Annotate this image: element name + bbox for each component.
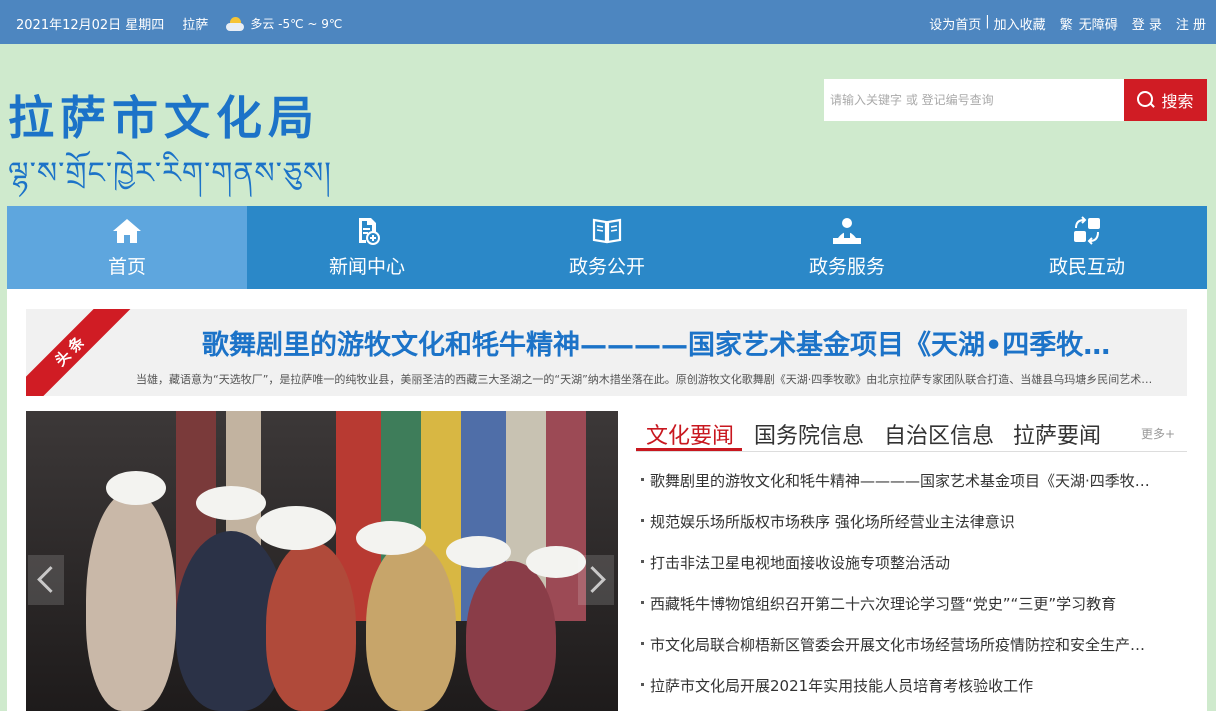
active-tab-indicator [636,448,742,451]
nav-item-label: 政务公开 [568,256,645,278]
news-photo-carousel[interactable] [26,411,618,711]
search-button[interactable]: 搜索 [1124,79,1207,121]
login-link[interactable]: 登 录 [1132,14,1162,33]
interaction-icon [1074,216,1100,245]
headline-title[interactable]: 歌舞剧里的游牧文化和牦牛精神————国家艺术基金项目《天湖•四季牧歌》 [202,323,1132,362]
news-tabs: 文化要闻 国务院信息 自治区信息 拉萨要闻 更多+ [636,410,1187,452]
news-doc-icon [359,218,380,245]
carousel-prev-icon[interactable] [28,555,64,605]
headline-ribbon: 头条 [26,309,134,396]
service-person-icon [833,218,861,244]
search-input[interactable] [824,79,1124,121]
headline-banner[interactable]: 头条 歌舞剧里的游牧文化和牦牛精神————国家艺术基金项目《天湖•四季牧歌》 当… [26,309,1187,396]
tab-culture-news[interactable]: 文化要闻 [646,418,734,450]
main-nav: 首页 新闻中心 政务公开 政务服务 政民互动 [7,206,1207,289]
nav-item-label: 政务服务 [808,256,885,278]
nav-item-home[interactable]: 首页 [7,206,247,289]
accessibility-link[interactable]: 无障碍 [1079,14,1118,33]
search-bar: 搜索 [824,79,1207,121]
current-city: 拉萨 [182,18,209,33]
top-bar-info: 2021年12月02日 星期四 拉萨 多云 -5℃ ~ 9℃ [16,14,360,33]
nav-item-interaction[interactable]: 政民互动 [967,206,1207,289]
list-item[interactable]: 歌舞剧里的游牧文化和牦牛精神————国家艺术基金项目《天湖·四季牧歌》 [638,470,1158,511]
open-book-icon [592,218,622,244]
nav-item-gov-open[interactable]: 政务公开 [487,206,727,289]
more-link[interactable]: 更多+ [1141,425,1175,442]
nav-item-label: 政民互动 [1048,256,1125,278]
headline-summary: 当雄，藏语意为“天选牧厂”，是拉萨唯一的纯牧业县，美丽圣洁的西藏三大圣湖之一的“… [136,373,1158,386]
list-item[interactable]: 规范娱乐场所版权市场秩序 强化场所经营业主法律意识 [638,511,1158,552]
list-item[interactable]: 西藏牦牛博物馆组织召开第二十六次理论学习暨“党史”“三更”学习教育 [638,593,1158,634]
nav-item-label: 新闻中心 [328,256,405,278]
partly-cloudy-icon [226,16,245,31]
traditional-chinese-link[interactable]: 繁 [1060,14,1073,33]
top-bar-links: 设为首页 | 加入收藏 繁 无障碍 登 录 注 册 [929,14,1206,33]
tab-autonomous-region[interactable]: 自治区信息 [884,418,994,450]
nav-item-gov-service[interactable]: 政务服务 [727,206,967,289]
news-list: 歌舞剧里的游牧文化和牦牛精神————国家艺术基金项目《天湖·四季牧歌》 规范娱乐… [638,470,1158,711]
link-divider: | [985,14,990,29]
list-item[interactable]: 市文化局联合柳梧新区管委会开展文化市场经营场所疫情防控和安全生产检查 [638,634,1158,675]
add-favorite-link[interactable]: 加入收藏 [994,14,1046,33]
search-icon [1137,91,1155,109]
list-item[interactable]: 打击非法卫星电视地面接收设施专项整治活动 [638,552,1158,593]
tab-state-council[interactable]: 国务院信息 [754,418,864,450]
carousel-next-icon[interactable] [578,555,614,605]
site-logo-chinese[interactable]: 拉萨市文化局 [8,82,320,148]
nav-item-news[interactable]: 新闻中心 [247,206,487,289]
list-item[interactable]: 拉萨市文化局开展2021年实用技能人员培育考核验收工作 [638,675,1158,711]
current-date: 2021年12月02日 星期四 [16,18,165,33]
home-icon [113,219,141,243]
register-link[interactable]: 注 册 [1176,14,1206,33]
top-bar: 2021年12月02日 星期四 拉萨 多云 -5℃ ~ 9℃ 设为首页 | 加入… [0,0,1216,44]
search-button-label: 搜索 [1161,92,1194,111]
weather: 多云 -5℃ ~ 9℃ [226,15,360,32]
weather-text: 多云 -5℃ ~ 9℃ [250,17,343,31]
tab-lhasa-news[interactable]: 拉萨要闻 [1013,418,1101,450]
nav-item-label: 首页 [107,256,146,278]
set-homepage-link[interactable]: 设为首页 [929,14,981,33]
